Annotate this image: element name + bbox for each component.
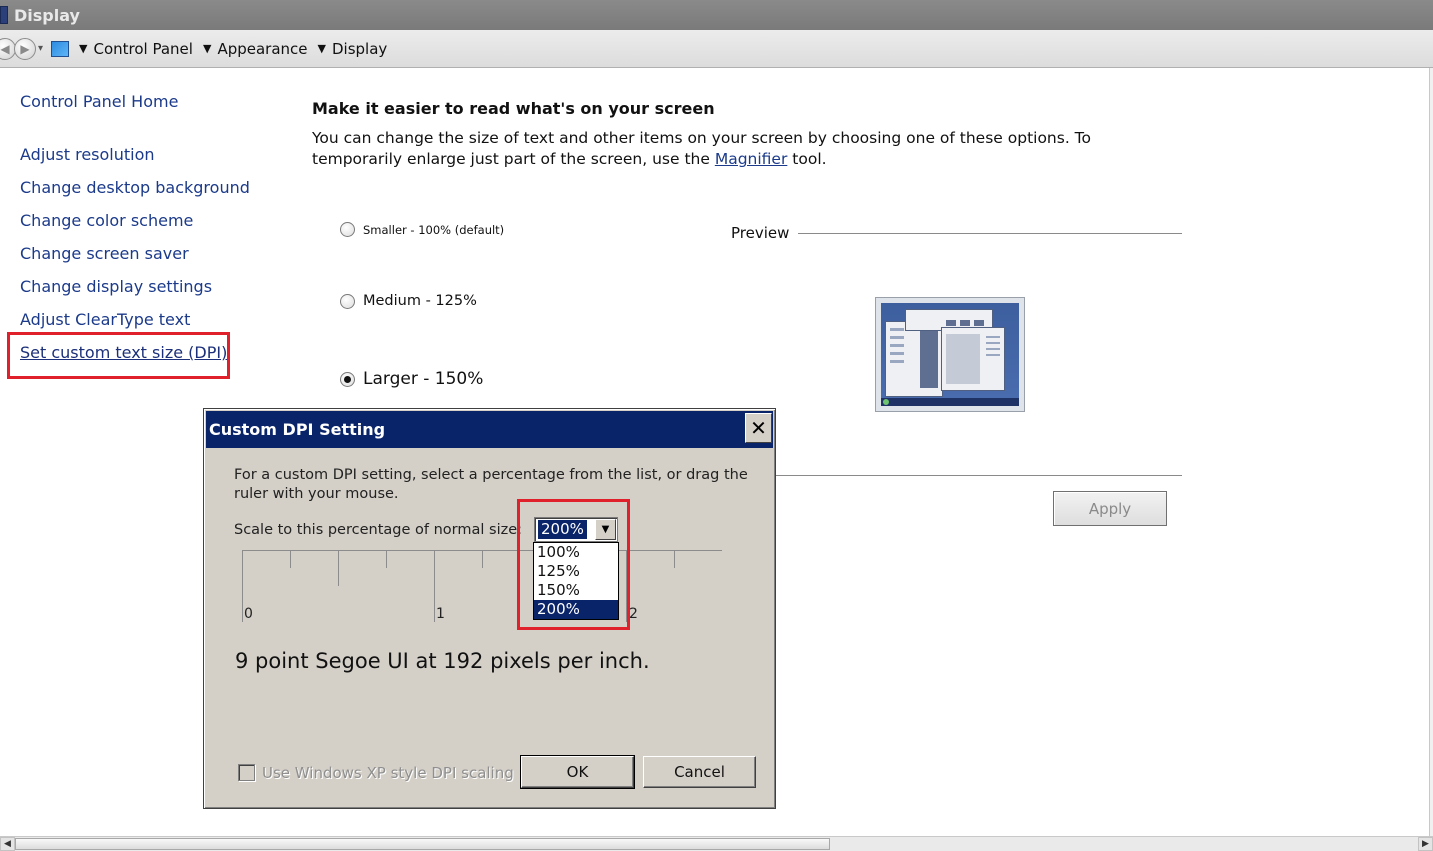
ruler-tick (386, 550, 387, 568)
preview-bottom-divider (776, 475, 1182, 476)
option-smaller-label: Smaller - 100% (default) (363, 222, 505, 237)
description-text-start: You can change the size of text and othe… (312, 129, 1092, 168)
magnifier-link[interactable]: Magnifier (715, 150, 788, 168)
apply-button[interactable]: Apply (1053, 491, 1167, 526)
description-text-end: tool. (787, 150, 827, 168)
ruler-label-2: 2 (629, 606, 638, 622)
dialog-instructions: For a custom DPI setting, select a perce… (234, 467, 748, 502)
dialog-titlebar: Custom DPI Setting (206, 411, 773, 448)
breadcrumb-appearance[interactable]: Appearance (217, 40, 307, 58)
scrollbar-thumb[interactable] (15, 838, 830, 850)
close-icon[interactable]: ✕ (745, 413, 772, 443)
window-title: Display (14, 5, 80, 25)
window-right-edge (1429, 68, 1433, 836)
option-larger[interactable]: Larger - 150% (340, 369, 483, 389)
window-titlebar: Display (0, 0, 1433, 30)
page-heading: Make it easier to read what's on your sc… (312, 99, 715, 118)
highlight-box-scale-dropdown (517, 499, 630, 630)
ruler-tick (434, 550, 435, 622)
sidebar-link-display-settings[interactable]: Change display settings (20, 277, 212, 296)
page-description: You can change the size of text and othe… (312, 128, 1172, 170)
chevron-down-icon[interactable]: ▼ (203, 42, 211, 55)
sidebar-link-cleartype[interactable]: Adjust ClearType text (20, 310, 190, 329)
ruler-label-1: 1 (436, 606, 445, 622)
ruler-tick (482, 550, 483, 568)
chevron-down-icon[interactable]: ▼ (318, 42, 326, 55)
ruler-tick (674, 550, 675, 568)
chevron-down-icon[interactable]: ▼ (79, 42, 87, 55)
preview-desktop (881, 303, 1019, 406)
radio-button-smaller[interactable] (340, 222, 355, 237)
address-bar: ◀ ▶ ▾ ▼ Control Panel ▼ Appearance ▼ Dis… (0, 30, 1433, 68)
breadcrumb-display[interactable]: Display (332, 40, 387, 58)
sidebar-link-control-panel-home[interactable]: Control Panel Home (20, 92, 178, 111)
preview-taskbar (881, 398, 1019, 406)
preview-divider (798, 233, 1182, 234)
preview-window-back (885, 321, 943, 397)
preview-window-front (941, 327, 1005, 391)
ruler-tick (242, 550, 243, 622)
control-panel-icon (51, 40, 70, 57)
radio-button-medium[interactable] (340, 293, 355, 309)
ruler-tick (290, 550, 291, 568)
dpi-info-text: 9 point Segoe UI at 192 pixels per inch. (235, 649, 650, 673)
scale-label: Scale to this percentage of normal size: (234, 522, 523, 538)
display-app-icon (0, 6, 8, 24)
radio-button-larger[interactable] (340, 371, 355, 387)
scroll-left-arrow-icon[interactable]: ◀ (0, 837, 15, 851)
ok-button[interactable]: OK (520, 755, 635, 789)
dpi-ruler[interactable]: 0 1 2 (242, 550, 722, 630)
option-medium-label: Medium - 125% (363, 293, 477, 309)
option-medium[interactable]: Medium - 125% (340, 293, 477, 309)
option-smaller[interactable]: Smaller - 100% (default) (340, 222, 504, 237)
scroll-right-arrow-icon[interactable]: ▶ (1418, 837, 1433, 851)
cancel-button[interactable]: Cancel (643, 756, 756, 788)
xp-dpi-scaling-checkbox[interactable] (238, 764, 255, 781)
ruler-label-0: 0 (244, 606, 253, 622)
preview-label: Preview (731, 224, 790, 242)
custom-dpi-dialog: Custom DPI Setting ✕ For a custom DPI se… (203, 408, 776, 809)
sidebar-link-desktop-background[interactable]: Change desktop background (20, 178, 250, 197)
option-larger-label: Larger - 150% (363, 369, 484, 389)
breadcrumb-control-panel[interactable]: Control Panel (94, 40, 193, 58)
sidebar-link-screen-saver[interactable]: Change screen saver (20, 244, 189, 263)
horizontal-scrollbar[interactable]: ◀ ▶ (0, 836, 1433, 851)
forward-arrow-icon[interactable]: ▶ (14, 37, 36, 60)
xp-dpi-scaling-label: Use Windows XP style DPI scaling (262, 764, 514, 782)
nav-history-dropdown-icon[interactable]: ▾ (38, 43, 43, 54)
highlight-box-dpi-link (7, 332, 230, 379)
sidebar-link-color-scheme[interactable]: Change color scheme (20, 211, 193, 230)
ruler-tick (338, 550, 339, 586)
dialog-title: Custom DPI Setting (209, 420, 386, 439)
sidebar-link-adjust-resolution[interactable]: Adjust resolution (20, 145, 155, 164)
preview-thumbnail (875, 297, 1025, 412)
preview-start-icon (883, 399, 889, 405)
